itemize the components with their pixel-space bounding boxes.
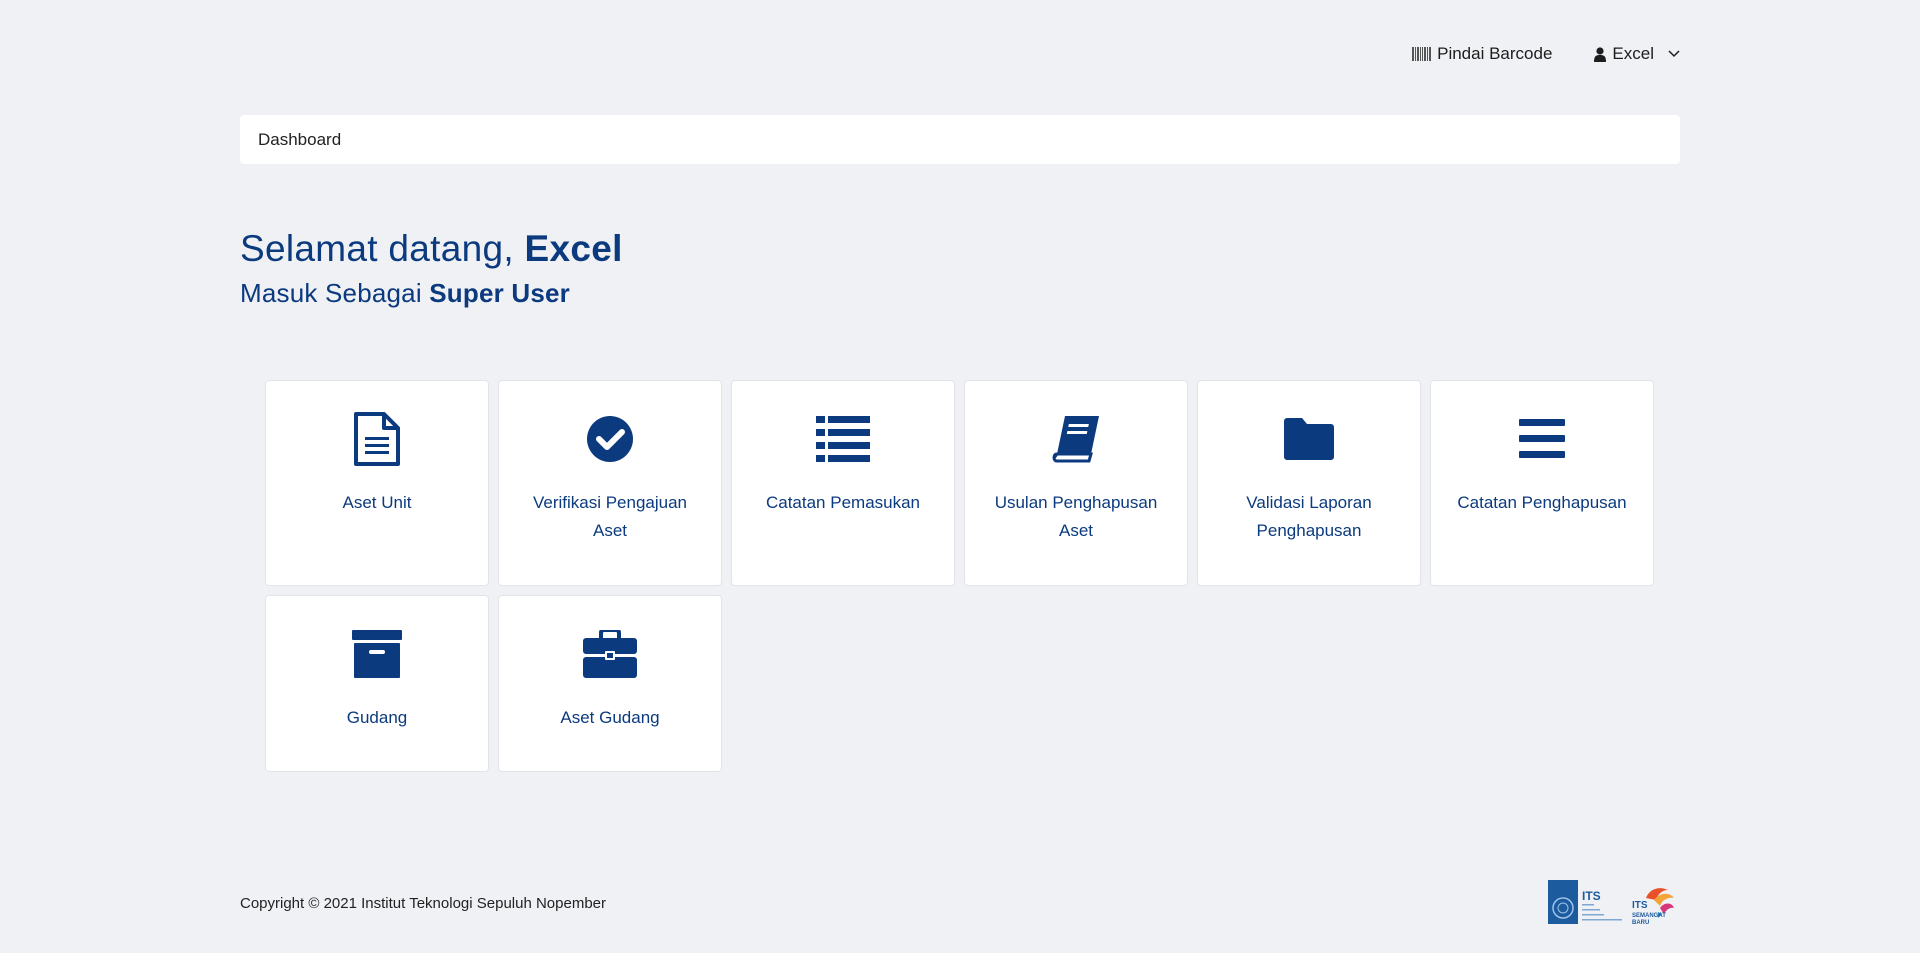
welcome-section: Selamat datang, Excel Masuk Sebagai Supe…: [240, 226, 623, 309]
footer-copyright: Copyright © 2021 Institut Teknologi Sepu…: [240, 895, 606, 912]
user-menu-dropdown[interactable]: Excel: [1594, 44, 1680, 64]
menu-grid: Aset Unit Verifikasi Pengajuan Aset Cata…: [265, 380, 1654, 772]
menu-card-label: Gudang: [346, 708, 408, 727]
chevron-down-icon: [1668, 50, 1680, 58]
role-name: Super User: [429, 278, 570, 308]
svg-text:ITS: ITS: [1632, 900, 1648, 911]
menu-card-aset-gudang[interactable]: Aset Gudang: [498, 595, 722, 772]
menu-card-label: Aset Gudang: [560, 708, 660, 727]
menu-card-aset-unit[interactable]: Aset Unit: [265, 380, 489, 586]
footer-logos: ITS ITS SEMANGAT BARU: [1548, 878, 1676, 931]
top-nav: Pindai Barcode Excel: [1412, 44, 1680, 64]
user-icon: [1594, 46, 1607, 62]
file-document-icon: [353, 411, 401, 467]
its-logo: ITS: [1548, 878, 1624, 931]
list-icon: [816, 411, 870, 467]
menu-card-label: Catatan Penghapusan: [1457, 493, 1627, 512]
svg-text:BARU: BARU: [1632, 920, 1649, 926]
menu-card-label: Catatan Pemasukan: [765, 493, 921, 512]
welcome-greeting: Selamat datang,: [240, 228, 525, 269]
welcome-heading: Selamat datang, Excel: [240, 226, 623, 272]
menu-card-gudang[interactable]: Gudang: [265, 595, 489, 772]
user-menu-label: Excel: [1612, 44, 1654, 63]
check-circle-icon: [586, 411, 634, 467]
briefcase-icon: [583, 626, 637, 682]
barcode-icon: [1412, 47, 1432, 61]
svg-text:ITS: ITS: [1582, 889, 1601, 903]
menu-card-catatan-penghapusan[interactable]: Catatan Penghapusan: [1430, 380, 1654, 586]
welcome-user-name: Excel: [524, 228, 623, 269]
breadcrumb-item-dashboard[interactable]: Dashboard: [258, 130, 341, 150]
menu-card-label: Usulan Penghapusan Aset: [994, 493, 1158, 540]
menu-card-label: Aset Unit: [342, 493, 412, 512]
scan-barcode-link[interactable]: Pindai Barcode: [1412, 44, 1552, 64]
book-icon: [1051, 411, 1101, 467]
role-heading: Masuk Sebagai Super User: [240, 278, 623, 309]
scan-barcode-label: Pindai Barcode: [1437, 44, 1553, 63]
folder-icon: [1284, 411, 1334, 467]
its-semangat-baru-logo: ITS SEMANGAT BARU: [1632, 884, 1676, 931]
menu-card-label: Verifikasi Pengajuan Aset: [532, 493, 688, 540]
archive-box-icon: [352, 626, 402, 682]
role-prefix: Masuk Sebagai: [240, 278, 430, 308]
bars-icon: [1519, 411, 1565, 467]
breadcrumb: Dashboard: [240, 115, 1680, 164]
menu-card-usulan-penghapusan-aset[interactable]: Usulan Penghapusan Aset: [964, 380, 1188, 586]
svg-text:SEMANGAT: SEMANGAT: [1632, 913, 1666, 919]
menu-card-catatan-pemasukan[interactable]: Catatan Pemasukan: [731, 380, 955, 586]
menu-card-label: Validasi Laporan Penghapusan: [1246, 493, 1372, 540]
menu-card-validasi-laporan-penghapusan[interactable]: Validasi Laporan Penghapusan: [1197, 380, 1421, 586]
menu-card-verifikasi-pengajuan-aset[interactable]: Verifikasi Pengajuan Aset: [498, 380, 722, 586]
